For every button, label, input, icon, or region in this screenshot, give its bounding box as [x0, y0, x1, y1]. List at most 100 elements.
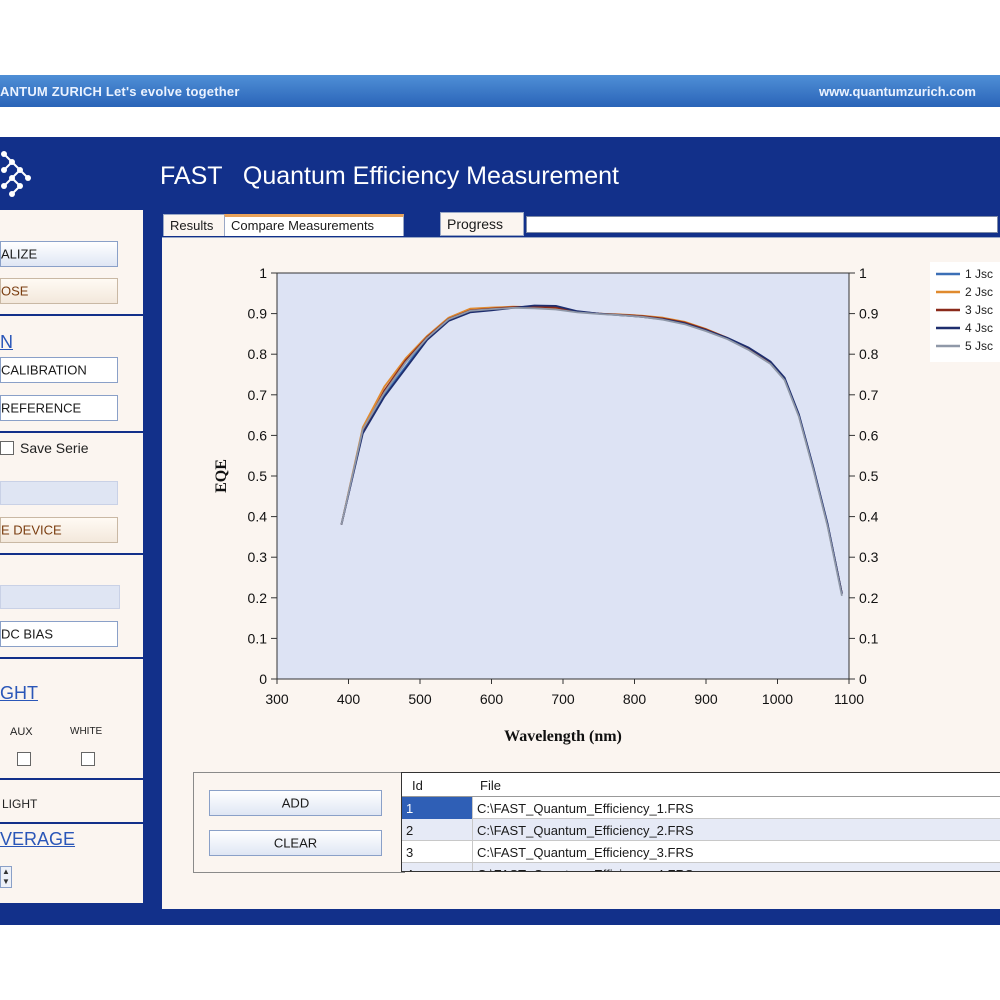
average-section-heading: VERAGE: [0, 829, 76, 849]
row-id: 2: [402, 819, 473, 841]
file-buttons-panel: [193, 772, 405, 873]
y-tick-label-right: 0.5: [859, 468, 879, 484]
reference-label: REFERENCE: [1, 400, 82, 416]
row-id: 1: [402, 797, 473, 819]
y-tick-label-right: 0.2: [859, 590, 879, 606]
y-tick-label-left: 0: [259, 671, 267, 687]
white-checkbox[interactable]: [81, 752, 95, 766]
device-label: E DEVICE: [1, 522, 62, 538]
x-tick-label: 600: [480, 691, 504, 707]
row-file: C:\FAST_Quantum_Efficiency_2.FRS: [477, 823, 694, 838]
y-tick-label-right: 0.1: [859, 630, 879, 646]
table-row[interactable]: 3 C:\FAST_Quantum_Efficiency_3.FRS: [402, 841, 1000, 863]
app-title: FAST Quantum Efficiency Measurement: [160, 162, 619, 190]
y-tick-label-right: 1: [859, 265, 867, 281]
y-tick-label-left: 0.8: [248, 346, 268, 362]
x-axis-label: Wavelength (nm): [504, 728, 622, 745]
y-tick-label-right: 0.3: [859, 549, 879, 565]
y-tick-label-left: 0.6: [248, 427, 268, 443]
table-row[interactable]: 2 C:\FAST_Quantum_Efficiency_2.FRS: [402, 819, 1000, 841]
bias-value-input[interactable]: [0, 585, 120, 609]
x-tick-label: 800: [623, 691, 647, 707]
spinner-up-icon[interactable]: ▲: [1, 867, 11, 877]
file-table[interactable]: Id File 1 C:\FAST_Quantum_Efficiency_1.F…: [401, 772, 1000, 872]
average-spinner[interactable]: ▲ ▼: [0, 866, 12, 888]
add-file-button[interactable]: ADD: [209, 790, 382, 816]
device-name-input[interactable]: [0, 481, 118, 505]
reference-button[interactable]: REFERENCE: [0, 395, 118, 421]
x-tick-label: 900: [694, 691, 718, 707]
aux-label: AUX: [10, 726, 33, 738]
calibration-section-heading: N: [0, 332, 13, 352]
legend-label: 4 Jsc: [965, 321, 993, 335]
x-tick-label: 1100: [834, 691, 864, 707]
y-tick-label-left: 0.2: [248, 590, 268, 606]
dc-bias-button[interactable]: DC BIAS: [0, 621, 118, 647]
divider: [0, 553, 143, 555]
brand-bar: ANTUM ZURICH Let's evolve together www.q…: [0, 75, 1000, 107]
clear-files-button[interactable]: CLEAR: [209, 830, 382, 856]
spinner-down-icon[interactable]: ▼: [1, 877, 11, 887]
plot-area: [276, 272, 850, 680]
tab-results[interactable]: Results: [163, 214, 225, 236]
y-tick-label-right: 0: [859, 671, 867, 687]
y-tick-label-left: 0.1: [248, 630, 268, 646]
divider: [0, 314, 143, 316]
y-tick-label-right: 0.4: [859, 509, 879, 525]
row-id: 4: [402, 863, 473, 871]
y-tick-label-left: 0.4: [248, 509, 268, 525]
y-tick-label-right: 0.7: [859, 387, 879, 403]
y-tick-label-left: 0.3: [248, 549, 268, 565]
table-row[interactable]: 1 C:\FAST_Quantum_Efficiency_1.FRS: [402, 797, 1000, 819]
row-id: 3: [402, 841, 473, 863]
legend-label: 3 Jsc: [965, 303, 993, 317]
legend-label: 5 Jsc: [965, 339, 993, 353]
aux-checkbox[interactable]: [17, 752, 31, 766]
company-logo-icon: [1, 151, 31, 197]
eqe-chart: 0 0 0.1 0.1 0.2 0.2 0.3 0.3 0.4 0.4 0.5 0.5 0.6 0.6 0.…: [213, 262, 1000, 745]
y-tick-label-left: 0.9: [248, 306, 268, 322]
y-tick-label-right: 0.8: [859, 346, 879, 362]
y-tick-label-left: 1: [259, 265, 267, 281]
tab-compare-measurements[interactable]: Compare Measurements: [224, 214, 404, 236]
website-link[interactable]: www.quantumzurich.com: [819, 84, 976, 99]
initialize-button[interactable]: ALIZE: [0, 241, 118, 267]
y-tick-label-left: 0.7: [248, 387, 268, 403]
light-label: LIGHT: [2, 797, 38, 811]
row-file: C:\FAST_Quantum_Efficiency_1.FRS: [477, 801, 694, 816]
x-tick-label: 700: [551, 691, 575, 707]
add-label: ADD: [281, 795, 310, 811]
legend-label: 1 Jsc: [965, 267, 993, 281]
calibration-label: CALIBRATION: [1, 362, 87, 378]
column-header-file: File: [480, 778, 501, 793]
y-tick-label-right: 0.9: [859, 306, 879, 322]
x-tick-label: 500: [408, 691, 432, 707]
dc-bias-label: DC BIAS: [1, 626, 54, 642]
y-tick-label-left: 0.5: [248, 468, 268, 484]
row-file: C:\FAST_Quantum_Efficiency_4.FRS: [473, 863, 1000, 871]
light-section-heading: GHT: [0, 683, 38, 703]
device-button[interactable]: E DEVICE: [0, 517, 118, 543]
initialize-label: ALIZE: [1, 246, 38, 262]
save-series-label: Save Serie: [20, 440, 89, 456]
legend-label: 2 Jsc: [965, 285, 993, 299]
close-button[interactable]: OSE: [0, 278, 118, 304]
clear-label: CLEAR: [273, 835, 318, 851]
brand-text: ANTUM ZURICH Let's evolve together: [0, 84, 240, 99]
table-header: Id File: [402, 773, 1000, 797]
progress-bar: [526, 216, 998, 233]
y-tick-label-right: 0.6: [859, 427, 879, 443]
divider: [0, 822, 143, 824]
x-tick-label: 400: [337, 691, 361, 707]
x-tick-label: 300: [265, 691, 289, 707]
divider: [0, 778, 143, 780]
close-label: OSE: [1, 283, 29, 299]
row-file: C:\FAST_Quantum_Efficiency_3.FRS: [477, 845, 694, 860]
x-tick-label: 1000: [762, 691, 793, 707]
calibration-button[interactable]: CALIBRATION: [0, 357, 118, 383]
divider: [0, 657, 143, 659]
table-row[interactable]: 4 C:\FAST_Quantum_Efficiency_4.FRS: [402, 863, 1000, 871]
save-series-checkbox[interactable]: [0, 441, 14, 455]
divider: [0, 431, 143, 433]
white-label: WHITE: [70, 726, 103, 737]
